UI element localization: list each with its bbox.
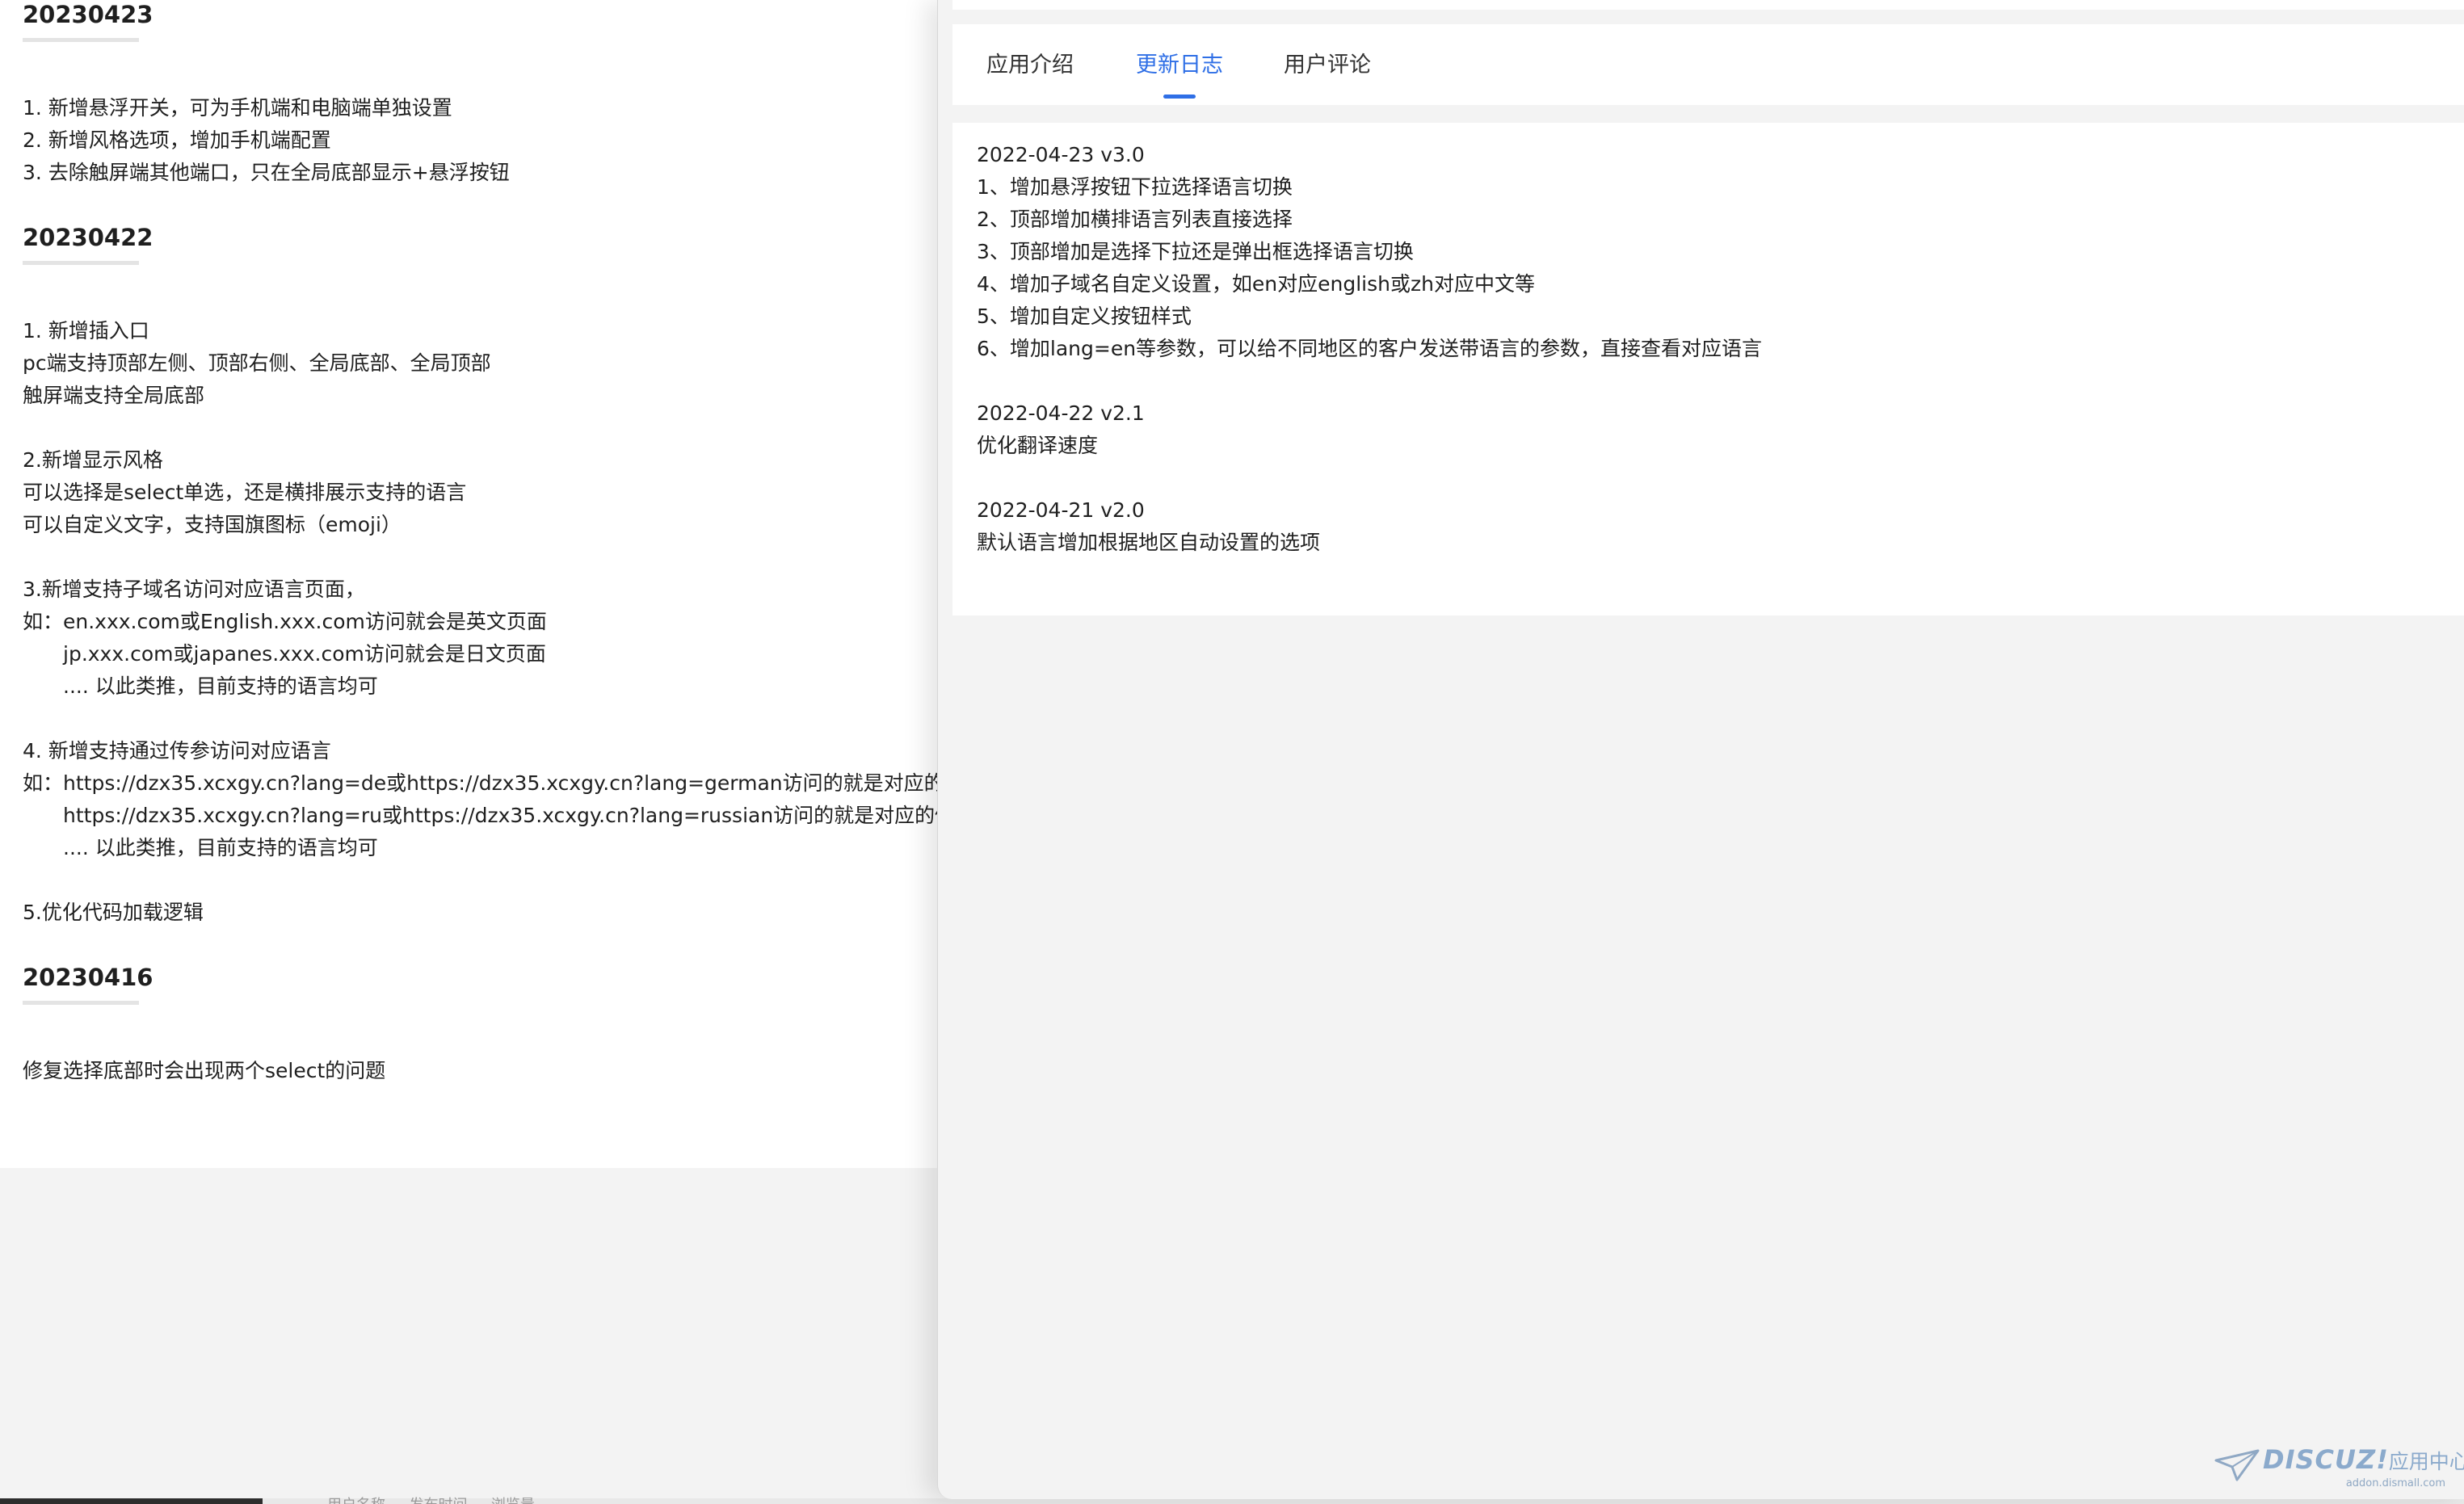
note-line: 3. 去除触屏端其他端口，只在全局底部显示+悬浮按钮: [23, 161, 510, 184]
bottom-dark-bar: [0, 1498, 263, 1504]
changelog-version-header: 2022-04-23 v3.0: [977, 143, 1145, 166]
plugin-description-page: 20230423 1. 新增悬浮开关，可为手机端和电脑端单独设置 2. 新增风格选项…: [0, 0, 945, 1168]
version-notes: 修复选择底部时会出现两个select的问题: [23, 1055, 945, 1087]
version-notes: 1. 新增插入口 pc端支持顶部左侧、顶部右侧、全局底部、全局顶部 触屏端支持全局底…: [23, 315, 945, 929]
changelog-item: 1、增加悬浮按钮下拉选择语言切换: [977, 175, 1293, 199]
note-line: https://dzx35.xcxgy.cn?lang=ru或https://d…: [63, 804, 945, 827]
version-title: 20230416: [23, 964, 153, 991]
version-title: 20230422: [23, 224, 153, 251]
note-line: 触屏端支持全局底部: [23, 384, 205, 407]
version-title-underline: [23, 38, 139, 42]
tab-user-reviews[interactable]: 用户评论: [1284, 24, 1413, 105]
active-tab-indicator: [1163, 95, 1196, 99]
version-history: 20230423 1. 新增悬浮开关，可为手机端和电脑端单独设置 2. 新增风格选项…: [23, 0, 945, 1087]
watermark-brand-name: DISCUZ!: [2263, 1444, 2389, 1475]
screen: 20230423 1. 新增悬浮开关，可为手机端和电脑端单独设置 2. 新增风格选项…: [0, 0, 2464, 1504]
changelog-version-header: 2022-04-21 v2.0: [977, 498, 1145, 522]
watermark-brand: DISCUZ!应用中心: [2263, 1444, 2464, 1475]
app-detail-drawer: 应用介绍 更新日志 用户评论 2022-04-23 v3.0 1、增加悬浮按钮下拉…: [937, 0, 2464, 1499]
tab-changelog-label: 更新日志: [1136, 53, 1223, 78]
changelog-list: 2022-04-23 v3.0 1、增加悬浮按钮下拉选择语言切换 2、顶部增加横排语…: [977, 139, 1762, 559]
changelog-item: 6、增加lang=en等参数，可以给不同地区的客户发送带语言的参数，直接查看对应…: [977, 337, 1763, 360]
changelog-item: 5、增加自定义按钮样式: [977, 305, 1192, 328]
bottom-faint-text: 用户名称 … 发布时间 … 浏览量 …: [327, 1493, 554, 1504]
version-notes: 1. 新增悬浮开关，可为手机端和电脑端单独设置 2. 新增风格选项，增加手机端配置…: [23, 92, 945, 189]
note-line: pc端支持顶部左侧、顶部右侧、全局底部、全局顶部: [23, 351, 491, 375]
paper-plane-icon: [2214, 1449, 2260, 1481]
note-line: .... 以此类推，目前支持的语言均可: [63, 836, 378, 859]
tab-app-intro[interactable]: 应用介绍: [986, 24, 1116, 105]
note-line: 4. 新增支持通过传参访问对应语言: [23, 739, 331, 763]
note-line: 1. 新增插入口: [23, 319, 149, 342]
changelog-gap: [977, 462, 1762, 494]
note-line: 5.优化代码加载逻辑: [23, 901, 204, 924]
drawer-top-bar: [952, 0, 2464, 10]
note-line: jp.xxx.com或japanes.xxx.com访问就会是日文页面: [63, 642, 546, 666]
changelog-panel: 2022-04-23 v3.0 1、增加悬浮按钮下拉选择语言切换 2、顶部增加横排语…: [952, 123, 2464, 615]
version-title-underline: [23, 1001, 139, 1005]
drawer-tab-bar: 应用介绍 更新日志 用户评论: [952, 24, 2464, 105]
changelog-item: 2、顶部增加横排语言列表直接选择: [977, 208, 1293, 231]
note-line: 可以选择是select单选，还是横排展示支持的语言: [23, 481, 467, 504]
note-line: 如：en.xxx.com或English.xxx.com访问就会是英文页面: [23, 610, 547, 633]
note-line: 可以自定义文字，支持国旗图标（emoji）: [23, 513, 402, 536]
changelog-item: 默认语言增加根据地区自动设置的选项: [977, 531, 1321, 554]
note-line: 2. 新增风格选项，增加手机端配置: [23, 128, 331, 152]
watermark-center: 应用中心: [2388, 1450, 2464, 1473]
version-title: 20230423: [23, 1, 153, 28]
watermark-url: addon.dismall.com: [2345, 1477, 2445, 1489]
tab-changelog[interactable]: 更新日志: [1135, 24, 1224, 105]
changelog-item: 3、顶部增加是选择下拉还是弹出框选择语言切换: [977, 240, 1414, 263]
changelog-gap: [977, 365, 1762, 397]
note-line: 2.新增显示风格: [23, 448, 163, 472]
discuz-watermark: DISCUZ!应用中心 addon.dismall.com: [2214, 1443, 2464, 1489]
changelog-item: 优化翻译速度: [977, 434, 1099, 457]
changelog-version-header: 2022-04-22 v2.1: [977, 401, 1145, 425]
note-line: 1. 新增悬浮开关，可为手机端和电脑端单独设置: [23, 96, 452, 120]
version-title-underline: [23, 261, 139, 265]
bottom-status-strip: 用户名称 … 发布时间 … 浏览量 …: [0, 1497, 2464, 1504]
note-line: 如：https://dzx35.xcxgy.cn?lang=de或https:/…: [23, 771, 945, 795]
changelog-item: 4、增加子域名自定义设置，如en对应english或zh对应中文等: [977, 272, 1535, 296]
note-line: 3.新增支持子域名访问对应语言页面，: [23, 578, 365, 601]
note-line: 修复选择底部时会出现两个select的问题: [23, 1059, 386, 1082]
note-line: .... 以此类推，目前支持的语言均可: [63, 674, 378, 698]
